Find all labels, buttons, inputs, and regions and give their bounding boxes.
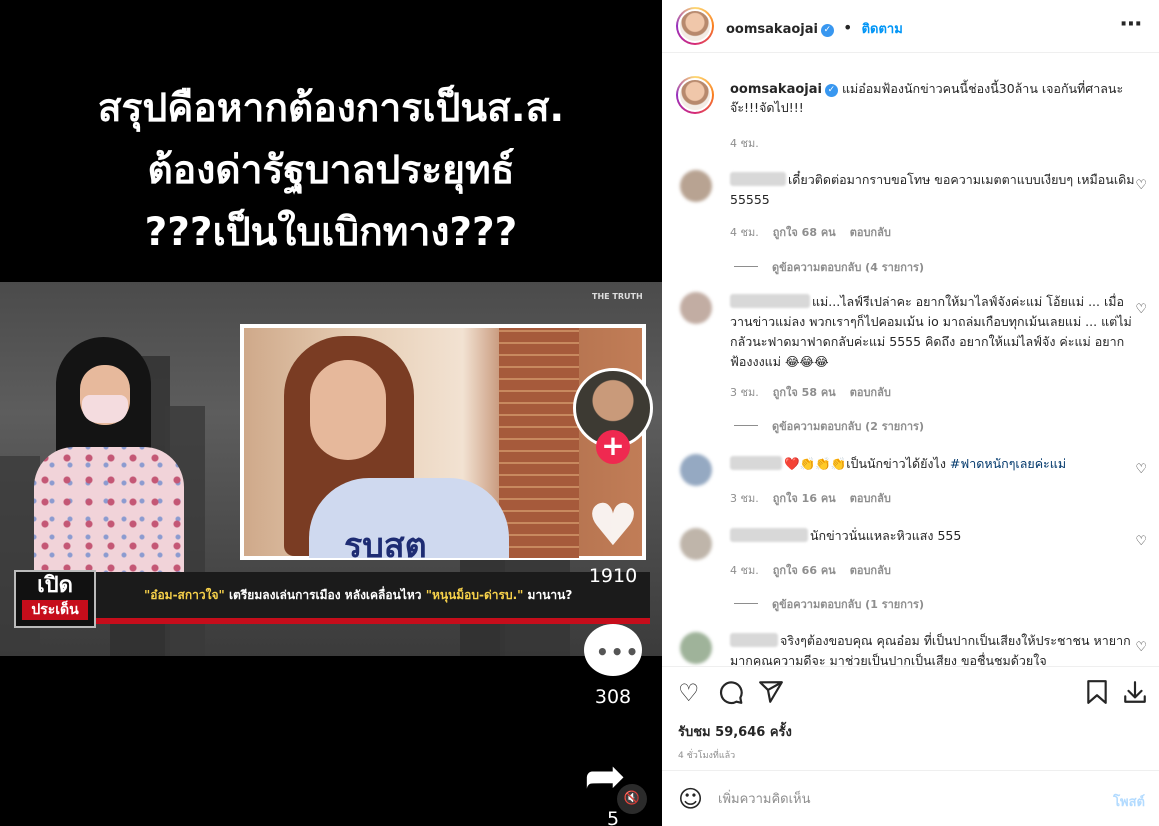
comment-input[interactable] [718,785,1078,813]
post-timestamp: 4 ชั่วโมงที่แล้ว [678,751,736,761]
shirt-text: รบสต [344,526,427,566]
blurred-username[interactable] [730,294,810,308]
profile-avatar[interactable] [676,7,714,45]
separator-dot: • [843,18,853,37]
comment-avatar[interactable] [680,632,712,664]
comment-avatar[interactable] [680,292,712,324]
comment-avatar[interactable] [680,170,712,202]
like-heart-icon[interactable]: ♡ [1135,640,1147,655]
caption-username[interactable]: oomsakaojai [730,82,822,97]
comment-meta: 4 ชม. ถูกใจ 66 คน ตอบกลับ [730,564,891,577]
comment-text: นักข่าวนั่นแหละหิวแสง 555 [810,528,962,543]
news-frame: THE TRUTH รบสต เปิด ประเด็น "อ๋อม-สกาวใจ… [0,282,662,656]
heart-icon[interactable]: ♡ [678,679,700,707]
comment-icon[interactable] [718,679,744,711]
follow-button[interactable]: ติดตาม [862,22,903,37]
reply-button[interactable]: ตอบกลับ [850,226,891,239]
heart-icon[interactable]: ♥ [580,495,646,555]
comment-avatar[interactable] [680,454,712,486]
like-heart-icon[interactable]: ♡ [1135,302,1147,317]
headline-line-1: สรุปคือหากต้องการเป็นส.ส. [97,86,565,131]
comment-likes[interactable]: ถูกใจ 16 คน [773,492,836,505]
more-options-icon[interactable]: ⋯ [1120,12,1143,37]
reply-button[interactable]: ตอบกลับ [850,564,891,577]
hashtag-link[interactable]: #ฟาดหนักๆเลยค่ะแม่ [950,456,1066,471]
video-headline: สรุปคือหากต้องการเป็นส.ส. ต้องด่ารัฐบาลป… [0,78,662,264]
comment-item: เดี๋ยวติดต่อมากราบขอโทษ ขอความเมตตาแบบเง… [730,170,1135,210]
view-replies-button[interactable]: ดูข้อความตอบกลับ (4 รายการ) [734,258,924,276]
comment-meta: 3 ชม. ถูกใจ 58 คน ตอบกลับ [730,386,891,399]
reply-button[interactable]: ตอบกลับ [850,492,891,505]
comment-likes[interactable]: ถูกใจ 68 คน [773,226,836,239]
add-comment-bar: ☺ โพสต์ [662,770,1159,826]
headline-line-2: ต้องด่ารัฐบาลประยุทธ์ [147,148,515,193]
comments-list[interactable]: oomsakaojai ✓ แม่อ๋อมฟ้องนักข่าวคนนี้ช่อง… [662,54,1159,666]
comment-meta: 3 ชม. ถูกใจ 16 คน ตอบกลับ [730,492,891,505]
like-heart-icon[interactable]: ♡ [1135,178,1147,193]
share-icon[interactable] [758,679,784,711]
caption-avatar[interactable] [676,76,714,114]
comment-item: จริงๆต้องขอบคุณ คุณอ๋อม ที่เป็นปากเป็นเส… [730,631,1135,666]
news-anchor-figure [18,337,198,612]
post-caption: oomsakaojai ✓ แม่อ๋อมฟ้องนักข่าวคนนี้ช่อง… [730,80,1135,117]
comment-meta: 4 ชม. ถูกใจ 68 คน ตอบกลับ [730,226,891,239]
comment-likes[interactable]: ถูกใจ 66 คน [773,564,836,577]
news-ticker: "อ๋อม-สกาวใจ" เตรียมลงเล่นการเมือง หลังเ… [144,588,573,602]
share-count: 5 [606,808,620,826]
headline-line-3: ???เป็นใบเบิกทาง??? [144,210,518,255]
verified-badge-icon: ✓ [820,24,834,37]
header-username[interactable]: oomsakaojai [726,22,818,37]
download-icon[interactable] [1122,679,1148,711]
post-header: oomsakaojai ✓ • ติดตาม ⋯ [662,0,1159,53]
post-button[interactable]: โพสต์ [1113,791,1145,812]
comment-item: ❤️👏👏👏เป็นนักข่าวได้ยังไง #ฟาดหนักๆเลยค่ะ… [730,454,1135,474]
blurred-username[interactable] [730,172,786,186]
comment-item: แม่...ไลฟ์รีเปล่าคะ อยากให้มาไลฟ์จังค่ะแ… [730,292,1135,372]
video-player[interactable]: สรุปคือหากต้องการเป็นส.ส. ต้องด่ารัฐบาลป… [0,0,662,826]
like-count: 1910 [588,565,638,587]
comment-likes[interactable]: ถูกใจ 58 คน [773,386,836,399]
view-count[interactable]: รับชม 59,646 ครั้ง [678,721,792,742]
like-heart-icon[interactable]: ♡ [1135,534,1147,549]
reply-button[interactable]: ตอบกลับ [850,386,891,399]
news-lower-third: เปิด ประเด็น "อ๋อม-สกาวใจ" เตรียมลงเล่นก… [14,570,650,628]
caption-time: 4 ชม. [730,137,759,150]
post-actions: ♡ รับชม 59,646 ครั้ง 4 ชั่วโมงที่แล้ว [662,666,1159,770]
blurred-username[interactable] [730,528,808,542]
blurred-username[interactable] [730,456,782,470]
comment-bubble-icon[interactable]: ••• [584,624,642,676]
comment-count: 308 [594,686,632,708]
comment-avatar[interactable] [680,528,712,560]
emoji-icon[interactable]: ☺ [678,785,703,813]
blurred-username[interactable] [730,633,778,647]
bookmark-icon[interactable] [1086,679,1108,711]
comment-text: จริงๆต้องขอบคุณ คุณอ๋อม ที่เป็นปากเป็นเส… [730,633,1131,666]
comment-item: นักข่าวนั่นแหละหิวแสง 555 [730,526,1135,546]
comment-text: เดี๋ยวติดต่อมากราบขอโทษ ขอความเมตตาแบบเง… [730,172,1135,207]
verified-badge-icon: ✓ [824,84,838,97]
post-panel: oomsakaojai ✓ • ติดตาม ⋯ oomsakaojai ✓ แม่… [662,0,1159,826]
view-replies-button[interactable]: ดูข้อความตอบกลับ (2 รายการ) [734,417,924,435]
comment-text: ❤️👏👏👏เป็นนักข่าวได้ยังไง [784,456,950,471]
view-replies-button[interactable]: ดูข้อความตอบกลับ (1 รายการ) [734,595,924,613]
like-heart-icon[interactable]: ♡ [1135,462,1147,477]
channel-brand: THE TRUTH [592,292,643,301]
follow-plus-icon[interactable]: + [596,430,630,464]
program-logo: เปิด ประเด็น [14,570,96,628]
